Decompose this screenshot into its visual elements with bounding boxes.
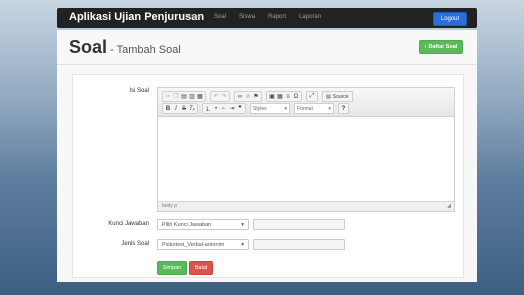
logout-button[interactable]: Logout <box>433 12 467 26</box>
nav-home[interactable]: Home <box>185 14 201 20</box>
basicstyles-group: B I S Tₓ <box>162 103 198 114</box>
paste-word-icon[interactable]: ▦ <box>196 92 204 101</box>
tools-group: ⤢ <box>306 91 318 102</box>
maximize-icon[interactable]: ⤢ <box>308 92 316 101</box>
top-navbar: Aplikasi Ujian Penjurusan Home Soal Sisw… <box>57 8 477 28</box>
jenis-soal-label: Jenis Soal <box>121 241 149 247</box>
image-icon[interactable]: ▣ <box>268 92 276 101</box>
element-path-body[interactable]: body <box>162 203 173 209</box>
editor-statusbar: body p ◢ <box>158 201 454 211</box>
toolbar-row-2: B I S Tₓ ⒈ • ⇤ ⇥ ❞ Styles ▾ Format ▾ ? <box>162 103 349 114</box>
unlink-icon[interactable]: ⊘ <box>244 92 252 101</box>
italic-icon[interactable]: I <box>172 104 180 113</box>
caret-down-icon: ▾ <box>241 241 244 248</box>
page-title: Soal - Tambah Soal <box>69 37 181 58</box>
isi-soal-label: Isi Soal <box>129 88 149 94</box>
nav-links: Home Soal Siswa Raport Laporan <box>185 14 321 20</box>
source-icon: ▤ <box>326 93 331 100</box>
undo-group: ↶ ↷ <box>210 91 230 102</box>
rich-text-editor: ✂ ❐ ▤ ▥ ▦ ↶ ↷ ∞ ⊘ ⚑ ▣ ▦ ≡ Ω ⤢ ▤ Source B… <box>157 87 455 212</box>
blockquote-icon[interactable]: ❞ <box>236 104 244 113</box>
jenis-soal-value: Psikotest_Verbal-antonim <box>162 241 225 248</box>
format-label: Format <box>297 105 313 112</box>
table-icon[interactable]: ▦ <box>276 92 284 101</box>
insert-group: ▣ ▦ ≡ Ω <box>266 91 302 102</box>
jenis-soal-extra-field[interactable] <box>253 239 345 250</box>
styles-label: Styles <box>253 105 267 112</box>
nav-soal[interactable]: Soal <box>214 14 226 20</box>
indent-icon[interactable]: ⇥ <box>228 104 236 113</box>
nav-raport[interactable]: Raport <box>268 14 286 20</box>
app-brand[interactable]: Aplikasi Ujian Penjurusan <box>69 11 204 23</box>
toolbar-row-1: ✂ ❐ ▤ ▥ ▦ ↶ ↷ ∞ ⊘ ⚑ ▣ ▦ ≡ Ω ⤢ ▤ Source <box>162 91 353 102</box>
caret-down-icon: ▾ <box>241 221 244 228</box>
format-dropdown[interactable]: Format ▾ <box>294 103 334 114</box>
kunci-jawaban-extra-field[interactable] <box>253 219 345 230</box>
link-group: ∞ ⊘ ⚑ <box>234 91 262 102</box>
source-label: Source <box>332 93 349 100</box>
special-char-icon[interactable]: Ω <box>292 92 300 101</box>
save-button[interactable]: Simpan <box>157 261 187 275</box>
chevron-left-icon: ‹ <box>424 44 427 50</box>
outdent-icon[interactable]: ⇤ <box>220 104 228 113</box>
remove-format-icon[interactable]: Tₓ <box>188 104 196 113</box>
title-divider <box>57 64 477 65</box>
strike-icon[interactable]: S <box>180 104 188 113</box>
styles-dropdown[interactable]: Styles ▾ <box>250 103 290 114</box>
link-icon[interactable]: ∞ <box>236 92 244 101</box>
main-panel: Soal - Tambah Soal ‹ Daftar Soal Isi Soa… <box>57 30 477 282</box>
editor-content-area[interactable] <box>158 117 454 201</box>
paste-text-icon[interactable]: ▥ <box>188 92 196 101</box>
help-button[interactable]: ? <box>338 103 349 114</box>
list-group: ⒈ • ⇤ ⇥ ❞ <box>202 103 246 114</box>
daftar-soal-button[interactable]: ‹ Daftar Soal <box>419 40 463 54</box>
numbered-list-icon[interactable]: ⒈ <box>204 104 212 113</box>
horizontal-rule-icon[interactable]: ≡ <box>284 92 292 101</box>
cut-icon[interactable]: ✂ <box>164 92 172 101</box>
bulleted-list-icon[interactable]: • <box>212 104 220 113</box>
element-path-p[interactable]: p <box>174 203 177 209</box>
daftar-soal-label: Daftar Soal <box>428 44 458 50</box>
element-path[interactable]: body p <box>162 203 177 209</box>
add-question-form: Isi Soal ✂ ❐ ▤ ▥ ▦ ↶ ↷ ∞ ⊘ ⚑ ▣ ▦ ≡ Ω ⤢ ▤… <box>72 74 464 278</box>
cancel-button[interactable]: Batal <box>189 261 213 275</box>
undo-icon[interactable]: ↶ <box>212 92 220 101</box>
anchor-icon[interactable]: ⚑ <box>252 92 260 101</box>
page-title-separator: - <box>107 44 117 56</box>
chevron-down-icon: ▾ <box>328 105 331 112</box>
page-subtitle: Tambah Soal <box>116 44 181 56</box>
jenis-soal-select[interactable]: Psikotest_Verbal-antonim ▾ <box>157 239 249 250</box>
paste-icon[interactable]: ▤ <box>180 92 188 101</box>
resize-grip-icon[interactable]: ◢ <box>447 203 451 209</box>
kunci-jawaban-select[interactable]: Pilih Kunci Jawaban ▾ <box>157 219 249 230</box>
nav-siswa[interactable]: Siswa <box>239 14 255 20</box>
copy-icon[interactable]: ❐ <box>172 92 180 101</box>
nav-laporan[interactable]: Laporan <box>299 14 321 20</box>
bold-icon[interactable]: B <box>164 104 172 113</box>
redo-icon[interactable]: ↷ <box>220 92 228 101</box>
kunci-jawaban-value: Pilih Kunci Jawaban <box>162 221 212 228</box>
editor-toolbar: ✂ ❐ ▤ ▥ ▦ ↶ ↷ ∞ ⊘ ⚑ ▣ ▦ ≡ Ω ⤢ ▤ Source B… <box>158 88 454 117</box>
chevron-down-icon: ▾ <box>284 105 287 112</box>
page-title-main: Soal <box>69 37 108 57</box>
clipboard-group: ✂ ❐ ▤ ▥ ▦ <box>162 91 206 102</box>
kunci-jawaban-label: Kunci Jawaban <box>108 221 149 227</box>
source-button[interactable]: ▤ Source <box>322 91 353 102</box>
